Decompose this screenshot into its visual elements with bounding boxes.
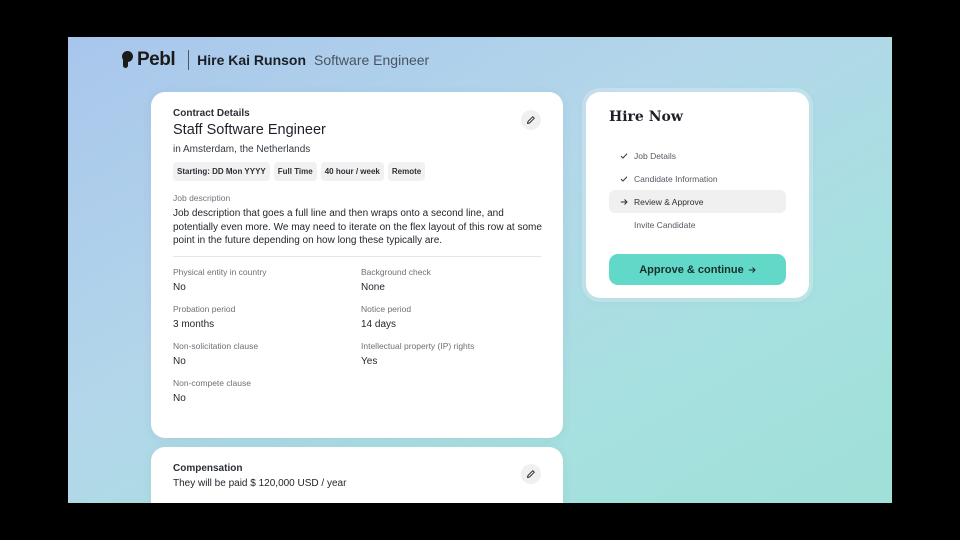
pencil-icon <box>527 470 535 478</box>
job-tags: Starting: DD Mon YYYY Full Time 40 hour … <box>173 162 541 181</box>
field-label: Intellectual property (IP) rights <box>361 340 475 351</box>
page-subtitle-role: Software Engineer <box>314 52 430 68</box>
pencil-icon <box>527 116 535 124</box>
arrow-right-icon <box>748 266 756 273</box>
compensation-section-label: Compensation <box>173 463 243 474</box>
check-icon <box>618 173 630 185</box>
arrow-right-icon <box>618 196 630 208</box>
field-notice-period: Notice period 14 days <box>361 304 541 330</box>
approve-button-label: Approve & continue <box>639 263 744 276</box>
job-location: in Amsterdam, the Netherlands <box>173 144 311 155</box>
step-review-approve[interactable]: Review & Approve <box>609 190 786 213</box>
tag-hours: 40 hour / week <box>320 162 384 181</box>
check-icon <box>618 150 630 162</box>
field-label: Non-compete clause <box>173 377 251 388</box>
step-candidate-information[interactable]: Candidate Information <box>609 167 786 190</box>
field-value: No <box>173 392 186 404</box>
field-value: No <box>173 281 186 293</box>
hire-steps: Job Details Candidate Information Review… <box>609 144 786 236</box>
job-description: Job description that goes a full line an… <box>173 208 542 246</box>
contract-details-card: Contract Details Staff Software Engineer… <box>151 92 563 438</box>
compensation-summary: They will be paid $ 120,000 USD / year <box>173 478 347 489</box>
contract-fields: Physical entity in country No Background… <box>173 267 541 404</box>
app-viewport: Pebl Hire Kai Runson Software Engineer C… <box>68 37 892 503</box>
field-label: Physical entity in country <box>173 266 267 277</box>
job-title: Staff Software Engineer <box>173 122 326 138</box>
field-label: Non-solicitation clause <box>173 340 259 351</box>
field-value: 3 months <box>173 318 215 330</box>
field-value: 14 days <box>361 318 397 330</box>
step-job-details[interactable]: Job Details <box>609 144 786 167</box>
approve-continue-button[interactable]: Approve & continue <box>609 254 786 285</box>
field-value: No <box>173 355 186 367</box>
field-ip-rights: Intellectual property (IP) rights Yes <box>361 341 541 367</box>
field-probation-period: Probation period 3 months <box>173 304 361 330</box>
step-invite-candidate[interactable]: Invite Candidate <box>609 213 786 236</box>
field-value: None <box>361 281 385 293</box>
field-label: Notice period <box>361 303 412 314</box>
pebl-logo[interactable]: Pebl <box>122 49 176 71</box>
tag-work-location: Remote <box>387 162 426 181</box>
field-background-check: Background check None <box>361 267 541 293</box>
field-value: Yes <box>361 355 378 367</box>
step-label: Job Details <box>634 150 677 161</box>
step-label: Candidate Information <box>634 173 718 184</box>
contract-section-label: Contract Details <box>173 108 250 119</box>
tag-employment-type: Full Time <box>273 162 317 181</box>
page-title: Hire Kai Runson <box>197 52 307 68</box>
step-label: Invite Candidate <box>634 219 696 230</box>
tag-start-date: Starting: DD Mon YYYY <box>173 162 270 181</box>
header-divider <box>188 50 190 70</box>
section-divider <box>173 255 541 257</box>
step-label: Review & Approve <box>634 196 704 207</box>
hire-now-card: Hire Now Job Details Candidate Informati… <box>586 92 809 298</box>
logo-text: Pebl <box>137 49 176 70</box>
field-label: Probation period <box>173 303 236 314</box>
field-non-compete: Non-compete clause No <box>173 378 361 404</box>
field-physical-entity: Physical entity in country No <box>173 267 361 293</box>
top-bar: Pebl Hire Kai Runson Software Engineer <box>122 49 429 71</box>
edit-contract-button[interactable] <box>521 110 541 130</box>
hire-now-title: Hire Now <box>609 109 683 125</box>
job-description-label: Job description <box>173 193 231 203</box>
compensation-card: Compensation They will be paid $ 120,000… <box>151 447 563 503</box>
logo-mark-icon <box>122 51 134 69</box>
field-label: Background check <box>361 266 431 277</box>
field-non-solicitation: Non-solicitation clause No <box>173 341 361 367</box>
edit-compensation-button[interactable] <box>521 464 541 484</box>
